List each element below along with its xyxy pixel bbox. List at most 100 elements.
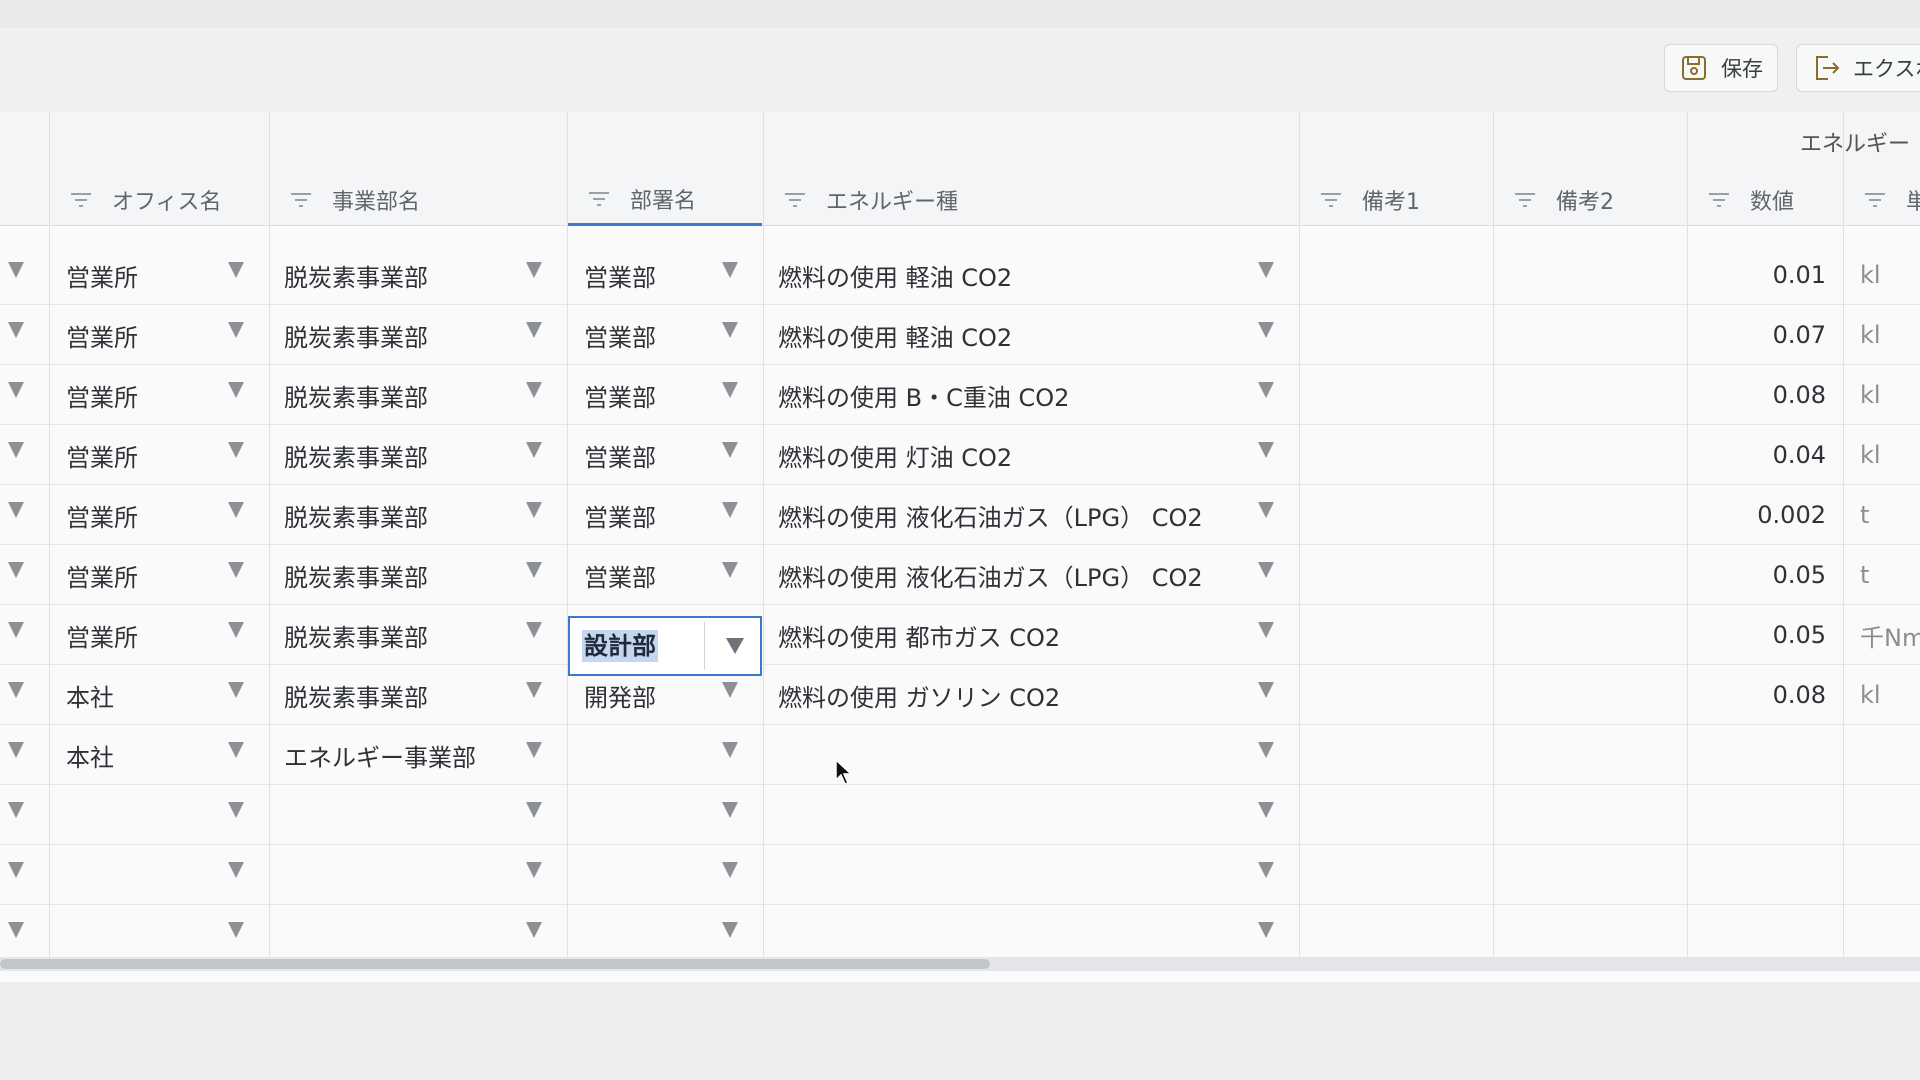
dropdown-arrow-icon[interactable] — [1258, 382, 1274, 398]
dropdown-arrow-icon[interactable] — [228, 802, 244, 818]
dropdown-arrow-icon[interactable] — [526, 922, 542, 938]
dept-cell[interactable]: 営業部 — [584, 425, 714, 485]
value-cell[interactable] — [1694, 725, 1826, 785]
table-row[interactable]: 本社 エネルギー事業部 — [0, 725, 1920, 785]
row-menu-icon[interactable] — [8, 442, 24, 458]
dropdown-arrow-icon[interactable] — [228, 622, 244, 638]
table-row[interactable]: 営業所 脱炭素事業部 営業部 燃料の使用 軽油 CO2 0.01 kl — [0, 245, 1920, 305]
energy-cell[interactable]: 燃料の使用 灯油 CO2 — [778, 425, 1258, 485]
division-cell[interactable]: 脱炭素事業部 — [284, 365, 514, 425]
office-cell[interactable]: 営業所 — [66, 365, 226, 425]
dropdown-arrow-icon[interactable] — [526, 802, 542, 818]
dropdown-arrow-icon[interactable] — [1258, 262, 1274, 278]
dept-cell[interactable]: 営業部 — [584, 305, 714, 365]
dropdown-arrow-icon[interactable] — [228, 562, 244, 578]
office-cell[interactable] — [66, 845, 226, 905]
filter-icon[interactable] — [586, 189, 612, 209]
table-row[interactable]: 営業所脱炭素事業部営業部燃料の使用 都市ガス CO20.05千Nm — [0, 605, 1920, 665]
value-cell[interactable]: 0.08 — [1694, 365, 1826, 425]
unit-cell[interactable]: kl — [1860, 305, 1920, 365]
dropdown-arrow-icon[interactable] — [722, 382, 738, 398]
table-row[interactable] — [0, 905, 1920, 965]
division-cell[interactable]: 脱炭素事業部 — [284, 665, 514, 725]
row-menu-icon[interactable] — [8, 322, 24, 338]
dropdown-arrow-icon[interactable] — [1258, 442, 1274, 458]
dropdown-arrow-icon[interactable] — [1258, 322, 1274, 338]
table-row[interactable]: 営業所 脱炭素事業部 営業部 燃料の使用 液化石油ガス（LPG） CO2 0.05 t — [0, 545, 1920, 605]
horizontal-scrollbar-thumb[interactable] — [0, 959, 990, 969]
dropdown-arrow-icon[interactable] — [722, 502, 738, 518]
dropdown-arrow-icon[interactable] — [722, 562, 738, 578]
unit-cell[interactable]: kl — [1860, 365, 1920, 425]
filter-icon[interactable] — [1706, 190, 1732, 210]
dropdown-arrow-icon[interactable] — [228, 742, 244, 758]
dropdown-arrow-icon[interactable] — [1258, 682, 1274, 698]
office-cell[interactable]: 営業所 — [66, 545, 226, 605]
table-row[interactable]: 営業所 脱炭素事業部 営業部 燃料の使用 軽油 CO2 0.07 kl — [0, 305, 1920, 365]
energy-cell[interactable] — [778, 905, 1258, 965]
value-cell[interactable]: 0.08 — [1694, 665, 1826, 725]
dropdown-arrow-icon[interactable] — [228, 442, 244, 458]
office-cell[interactable]: 本社 — [66, 725, 226, 785]
value-cell[interactable]: 0.05 — [1694, 605, 1826, 665]
dropdown-arrow-icon[interactable] — [228, 502, 244, 518]
dept-cell-editor[interactable]: 設計部 — [568, 616, 762, 676]
energy-cell[interactable]: 燃料の使用 液化石油ガス（LPG） CO2 — [778, 485, 1258, 545]
office-cell[interactable]: 営業所 — [66, 425, 226, 485]
row-menu-icon[interactable] — [8, 742, 24, 758]
dropdown-arrow-icon[interactable] — [526, 262, 542, 278]
division-cell[interactable]: 脱炭素事業部 — [284, 425, 514, 485]
row-menu-icon[interactable] — [8, 802, 24, 818]
energy-cell[interactable]: 燃料の使用 液化石油ガス（LPG） CO2 — [778, 545, 1258, 605]
value-cell[interactable]: 0.05 — [1694, 545, 1826, 605]
office-cell[interactable]: 営業所 — [66, 485, 226, 545]
dropdown-arrow-icon[interactable] — [228, 682, 244, 698]
dropdown-arrow-icon[interactable] — [1258, 802, 1274, 818]
dropdown-arrow-icon[interactable] — [228, 862, 244, 878]
dept-cell[interactable] — [584, 785, 714, 845]
dropdown-arrow-icon[interactable] — [722, 922, 738, 938]
dropdown-arrow-icon[interactable] — [526, 502, 542, 518]
dept-editor-value[interactable]: 設計部 — [582, 630, 658, 662]
save-button[interactable]: 保存 — [1664, 44, 1778, 92]
unit-cell[interactable]: t — [1860, 545, 1920, 605]
dropdown-arrow-icon[interactable] — [526, 622, 542, 638]
dropdown-arrow-icon[interactable] — [1258, 562, 1274, 578]
dropdown-arrow-icon[interactable] — [228, 922, 244, 938]
dropdown-arrow-icon[interactable] — [1258, 622, 1274, 638]
column-header-energy[interactable]: エネルギー種 — [764, 174, 1298, 226]
filter-icon[interactable] — [1862, 190, 1888, 210]
row-menu-icon[interactable] — [8, 622, 24, 638]
column-header-office[interactable]: オフィス名 — [50, 174, 268, 226]
office-cell[interactable]: 営業所 — [66, 605, 226, 665]
table-row[interactable]: 本社 脱炭素事業部 開発部 燃料の使用 ガソリン CO2 0.08 kl — [0, 665, 1920, 725]
energy-cell[interactable]: 燃料の使用 B・C重油 CO2 — [778, 365, 1258, 425]
filter-icon[interactable] — [1318, 190, 1344, 210]
dept-cell[interactable] — [584, 725, 714, 785]
dropdown-arrow-icon[interactable] — [1258, 502, 1274, 518]
table-row[interactable]: 営業所 脱炭素事業部 営業部 燃料の使用 灯油 CO2 0.04 kl — [0, 425, 1920, 485]
office-cell[interactable]: 本社 — [66, 665, 226, 725]
division-cell[interactable]: 脱炭素事業部 — [284, 485, 514, 545]
energy-cell[interactable]: 燃料の使用 軽油 CO2 — [778, 245, 1258, 305]
dropdown-arrow-icon[interactable] — [1258, 922, 1274, 938]
horizontal-scrollbar[interactable] — [0, 957, 1920, 971]
division-cell[interactable] — [284, 845, 514, 905]
column-header-value[interactable]: 数値 — [1688, 174, 1842, 226]
office-cell[interactable] — [66, 905, 226, 965]
value-cell[interactable]: 0.002 — [1694, 485, 1826, 545]
row-menu-icon[interactable] — [8, 922, 24, 938]
dropdown-arrow-icon[interactable] — [228, 322, 244, 338]
unit-cell[interactable]: kl — [1860, 245, 1920, 305]
division-cell[interactable] — [284, 785, 514, 845]
energy-cell[interactable] — [778, 785, 1258, 845]
unit-cell[interactable]: t — [1860, 485, 1920, 545]
column-header-note1[interactable]: 備考1 — [1300, 174, 1492, 226]
dropdown-arrow-icon[interactable] — [1258, 742, 1274, 758]
unit-cell[interactable] — [1860, 845, 1920, 905]
energy-cell[interactable]: 燃料の使用 軽油 CO2 — [778, 305, 1258, 365]
unit-cell[interactable]: kl — [1860, 425, 1920, 485]
dept-cell[interactable]: 営業部 — [584, 485, 714, 545]
column-header-dept[interactable]: 部署名 — [568, 174, 762, 226]
dept-cell[interactable]: 営業部 — [584, 365, 714, 425]
